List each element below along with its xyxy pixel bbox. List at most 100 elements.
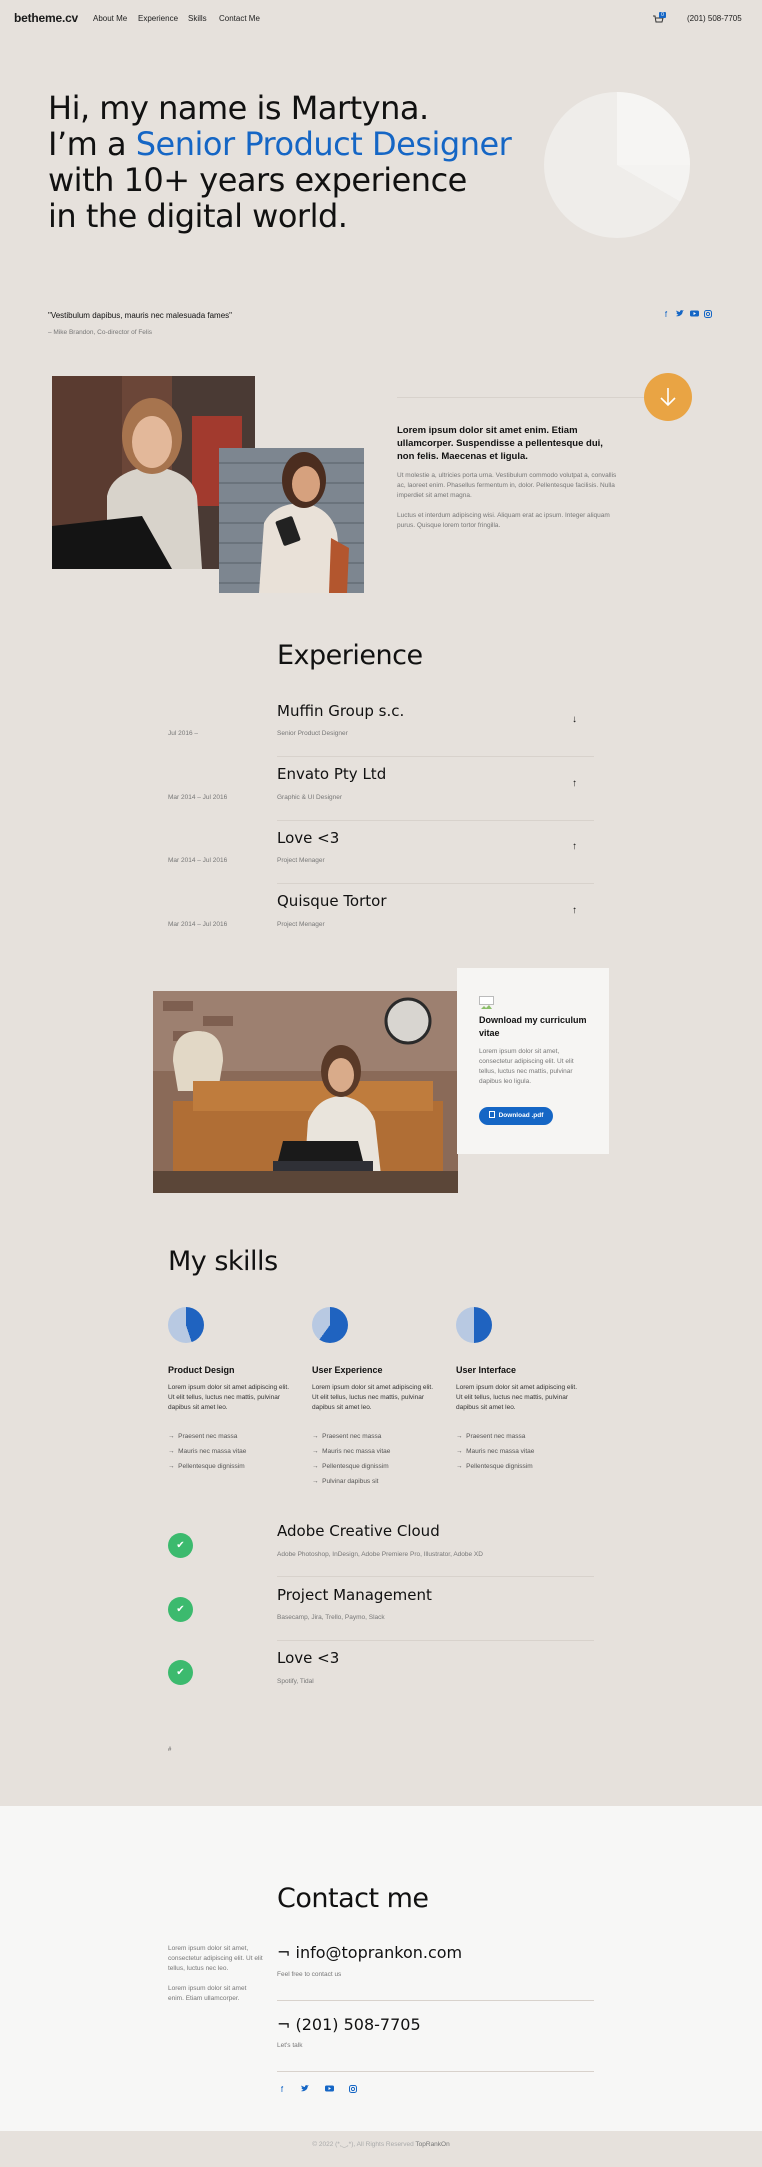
skill-level-pie	[456, 1307, 492, 1343]
contact-phone[interactable]: ¬ (201) 508-7705	[277, 2015, 421, 2034]
tools-divider	[277, 1576, 594, 1577]
footer-brand-link[interactable]: TopRankOn	[415, 2141, 449, 2148]
experience-divider	[277, 756, 594, 757]
experience-role: Senior Product Designer	[277, 730, 348, 737]
skill-description: Lorem ipsum dolor sit amet adipiscing el…	[456, 1384, 578, 1411]
experience-title: Experience	[277, 640, 423, 671]
experience-date: Jul 2016 –	[168, 730, 198, 737]
hero-decorative-circle	[544, 92, 690, 238]
list-item: → Praesent nec massa	[456, 1433, 526, 1440]
experience-toggle-icon[interactable]: ↓	[572, 714, 577, 725]
experience-date: Mar 2014 – Jul 2016	[168, 857, 228, 864]
skill-level-pie	[312, 1307, 348, 1343]
skill-description: Lorem ipsum dolor sit amet adipiscing el…	[168, 1384, 290, 1411]
about-paragraph-1: Ut molestie a, ultricies porta urna. Ves…	[397, 472, 617, 499]
nav-link-skills[interactable]: Skills	[188, 14, 207, 23]
portrait-photo-tablet	[219, 448, 364, 593]
hero-line-2: I’m a Senior Product Designer	[48, 125, 512, 163]
experience-date: Mar 2014 – Jul 2016	[168, 921, 228, 928]
arrow-down-icon	[660, 388, 676, 407]
skill-name: Product Design	[168, 1365, 235, 1375]
testimonial-author: – Mike Brandon, Co-director of Felis	[48, 329, 153, 336]
twitter-icon[interactable]	[300, 2085, 310, 2095]
nav-link-experience[interactable]: Experience	[138, 14, 178, 23]
list-item: → Mauris nec massa vitae	[168, 1448, 247, 1455]
skill-name: User Experience	[312, 1365, 383, 1375]
hero-heading: Hi, my name is Martyna. I’m a Senior Pro…	[48, 89, 512, 235]
hero-line-3: with 10+ years experience	[48, 161, 467, 199]
list-item: → Pulvinar dapibus sit	[312, 1478, 379, 1485]
header-phone[interactable]: (201) 508-7705	[687, 14, 742, 23]
contact-divider	[277, 2071, 594, 2072]
list-item: → Mauris nec massa vitae	[312, 1448, 391, 1455]
experience-toggle-icon[interactable]: ↑	[572, 778, 577, 789]
skill-description: Lorem ipsum dolor sit amet adipiscing el…	[312, 1384, 434, 1411]
list-item: → Praesent nec massa	[168, 1433, 238, 1440]
contact-divider	[277, 2000, 594, 2001]
contact-email-sub: Feel free to contact us	[277, 1971, 342, 1978]
facebook-icon[interactable]: f	[277, 2085, 287, 2095]
experience-company: Envato Pty Ltd	[277, 765, 387, 783]
broken-image-icon	[479, 996, 494, 1009]
experience-company: Muffin Group s.c.	[277, 702, 405, 720]
small-mark: #	[168, 1747, 172, 1753]
tool-description: Basecamp, Jira, Trello, Paymo, Slack	[277, 1614, 385, 1621]
facebook-icon[interactable]: f	[661, 310, 671, 320]
experience-company: Love <3	[277, 829, 340, 847]
contact-email[interactable]: ¬ info@toprankon.com	[277, 1943, 462, 1962]
check-icon: ✔	[168, 1597, 193, 1622]
hero-line-4: in the digital world.	[48, 197, 348, 235]
nav-link-about[interactable]: About Me	[93, 14, 127, 23]
contact-title: Contact me	[277, 1883, 429, 1914]
cart-count-badge: 0	[659, 12, 666, 18]
footer-copyright: © 2022 (*,‿,*), All Rights Reserved TopR…	[0, 2140, 762, 2148]
about-divider	[397, 397, 647, 398]
tools-divider	[277, 1640, 594, 1641]
list-item: → Mauris nec massa vitae	[456, 1448, 535, 1455]
experience-toggle-icon[interactable]: ↑	[572, 905, 577, 916]
youtube-icon[interactable]	[689, 310, 699, 320]
experience-divider	[277, 883, 594, 884]
hero-line-2-prefix: I’m a	[48, 125, 136, 163]
contact-section	[0, 1806, 762, 2131]
tool-description: Adobe Photoshop, InDesign, Adobe Premier…	[277, 1551, 483, 1558]
experience-role: Graphic & UI Designer	[277, 794, 343, 801]
scroll-down-button[interactable]	[644, 373, 692, 421]
list-item: → Pellentesque dignissim	[312, 1463, 389, 1470]
tool-name: Project Management	[277, 1586, 432, 1604]
experience-toggle-icon[interactable]: ↑	[572, 841, 577, 852]
contact-phone-sub: Let's talk	[277, 2042, 303, 2049]
check-icon: ✔	[168, 1660, 193, 1685]
experience-role: Project Menager	[277, 857, 325, 864]
instagram-icon[interactable]	[348, 2085, 358, 2095]
skill-level-pie	[168, 1307, 204, 1343]
about-heading: Lorem ipsum dolor sit amet enim. Etiam u…	[397, 425, 603, 462]
hero-highlight: Senior Product Designer	[135, 125, 512, 163]
experience-date: Mar 2014 – Jul 2016	[168, 794, 228, 801]
contact-intro-2: Lorem ipsum dolor sit amet enim. Etiam u…	[168, 1985, 247, 2002]
download-pdf-button[interactable]: Download .pdf	[479, 1107, 553, 1125]
footer-text: © 2022 (*,‿,*), All Rights Reserved	[312, 2141, 416, 2148]
list-item: → Pellentesque dignissim	[456, 1463, 533, 1470]
site-logo[interactable]: betheme.cv	[14, 11, 78, 25]
experience-role: Project Menager	[277, 921, 325, 928]
skills-title: My skills	[168, 1246, 278, 1277]
download-pdf-label: Download .pdf	[498, 1112, 544, 1119]
list-item: → Praesent nec massa	[312, 1433, 382, 1440]
skill-name: User Interface	[456, 1365, 517, 1375]
youtube-icon[interactable]	[324, 2085, 334, 2095]
experience-divider	[277, 820, 594, 821]
nav-link-contact[interactable]: Contact Me	[219, 14, 260, 23]
document-icon	[488, 1111, 495, 1118]
instagram-icon[interactable]	[703, 310, 713, 320]
contact-intro-1: Lorem ipsum dolor sit amet, consectetur …	[168, 1945, 263, 1972]
check-icon: ✔	[168, 1533, 193, 1558]
twitter-icon[interactable]	[675, 310, 685, 320]
cv-description: Lorem ipsum dolor sit amet, consectetur …	[479, 1048, 574, 1085]
about-paragraph-2: Luctus et interdum adipiscing wisi. Aliq…	[397, 512, 610, 529]
cv-photo-sofa	[153, 991, 458, 1193]
experience-company: Quisque Tortor	[277, 892, 387, 910]
tool-name: Love <3	[277, 1649, 340, 1667]
cv-title: Download my curriculum vitae	[479, 1015, 587, 1038]
hero-line-1: Hi, my name is Martyna.	[48, 89, 429, 127]
